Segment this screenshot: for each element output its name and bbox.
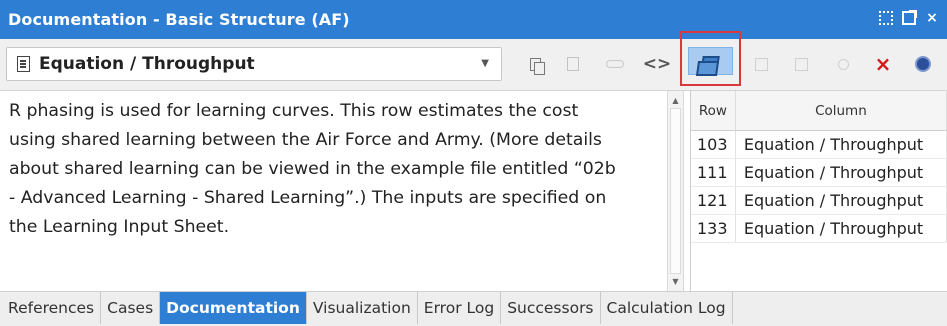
save-button[interactable] bbox=[790, 53, 812, 75]
table-row[interactable]: 133 Equation / Throughput bbox=[691, 215, 947, 243]
toolbar: Equation / Throughput ▼ <> × bbox=[0, 39, 947, 91]
window-title: Documentation - Basic Structure (AF) bbox=[8, 10, 350, 29]
cell-selector-dropdown[interactable]: Equation / Throughput ▼ bbox=[6, 47, 502, 81]
documentation-line: about shared learning can be viewed in t… bbox=[9, 159, 616, 179]
column-name-cell: Equation / Throughput bbox=[736, 159, 947, 186]
close-icon[interactable]: × bbox=[925, 11, 939, 25]
column-name-cell: Equation / Throughput bbox=[736, 215, 947, 242]
highlighted-windows-button-frame bbox=[680, 31, 741, 86]
tab-error-log[interactable]: Error Log bbox=[418, 292, 502, 324]
expand-icon[interactable] bbox=[879, 11, 893, 25]
grid-header: Row Column bbox=[691, 91, 947, 131]
link-icon bbox=[606, 60, 624, 68]
popout-icon[interactable] bbox=[902, 10, 917, 25]
panel-tab-strip: References Cases Documentation Visualiza… bbox=[0, 291, 947, 326]
documentation-text-area[interactable]: R phasing is used for learning curves. T… bbox=[0, 91, 667, 291]
column-name-cell: Equation / Throughput bbox=[736, 187, 947, 214]
row-number-cell: 121 bbox=[691, 187, 736, 214]
paste-button[interactable] bbox=[562, 53, 584, 75]
title-bar-controls: × bbox=[879, 10, 939, 25]
row-number-cell: 133 bbox=[691, 215, 736, 242]
vertical-scrollbar[interactable]: ▲ ▼ bbox=[667, 91, 684, 291]
code-button[interactable]: <> bbox=[643, 53, 672, 75]
grid-body: 103 Equation / Throughput 111 Equation /… bbox=[691, 131, 947, 243]
copy-button[interactable] bbox=[524, 53, 546, 75]
column-name-cell: Equation / Throughput bbox=[736, 131, 947, 158]
help-icon bbox=[915, 56, 931, 72]
title-bar: Documentation - Basic Structure (AF) × bbox=[0, 0, 947, 39]
scroll-down-icon[interactable]: ▼ bbox=[668, 274, 683, 289]
scroll-up-icon[interactable]: ▲ bbox=[668, 93, 683, 108]
code-icon: <> bbox=[642, 53, 672, 74]
references-grid: Row Column 103 Equation / Throughput 111… bbox=[690, 91, 947, 291]
document-icon bbox=[17, 56, 30, 72]
delete-icon: × bbox=[874, 52, 892, 76]
chevron-down-icon[interactable]: ▼ bbox=[481, 58, 489, 69]
star-icon bbox=[837, 58, 849, 70]
copy-icon bbox=[529, 57, 545, 75]
link-button[interactable] bbox=[604, 53, 626, 75]
windows-button[interactable] bbox=[688, 47, 733, 75]
page-icon bbox=[754, 57, 768, 71]
row-number-cell: 103 bbox=[691, 131, 736, 158]
tab-references[interactable]: References bbox=[2, 292, 102, 324]
favorite-button[interactable] bbox=[832, 53, 854, 75]
column-header-column[interactable]: Column bbox=[736, 91, 947, 130]
page-button[interactable] bbox=[750, 53, 772, 75]
windows-icon bbox=[701, 55, 720, 67]
table-row[interactable]: 121 Equation / Throughput bbox=[691, 187, 947, 215]
documentation-line: using shared learning between the Air Fo… bbox=[9, 130, 602, 150]
tab-calculation-log[interactable]: Calculation Log bbox=[601, 292, 733, 324]
save-icon bbox=[794, 57, 808, 71]
tab-documentation[interactable]: Documentation bbox=[160, 292, 307, 324]
table-row[interactable]: 111 Equation / Throughput bbox=[691, 159, 947, 187]
documentation-line: the Learning Input Sheet. bbox=[9, 217, 230, 237]
table-row[interactable]: 103 Equation / Throughput bbox=[691, 131, 947, 159]
row-number-cell: 111 bbox=[691, 159, 736, 186]
tab-visualization[interactable]: Visualization bbox=[307, 292, 418, 324]
documentation-line: R phasing is used for learning curves. T… bbox=[9, 101, 579, 121]
documentation-line: - Advanced Learning - Shared Learning”.)… bbox=[9, 188, 607, 208]
paste-icon bbox=[567, 57, 579, 71]
delete-button[interactable]: × bbox=[872, 53, 894, 75]
scrollbar-thumb[interactable] bbox=[670, 108, 681, 274]
column-header-row[interactable]: Row bbox=[691, 91, 736, 130]
tab-successors[interactable]: Successors bbox=[501, 292, 601, 324]
tab-cases[interactable]: Cases bbox=[101, 292, 161, 324]
help-button[interactable] bbox=[912, 53, 934, 75]
cell-selector-value: Equation / Throughput bbox=[39, 54, 255, 74]
